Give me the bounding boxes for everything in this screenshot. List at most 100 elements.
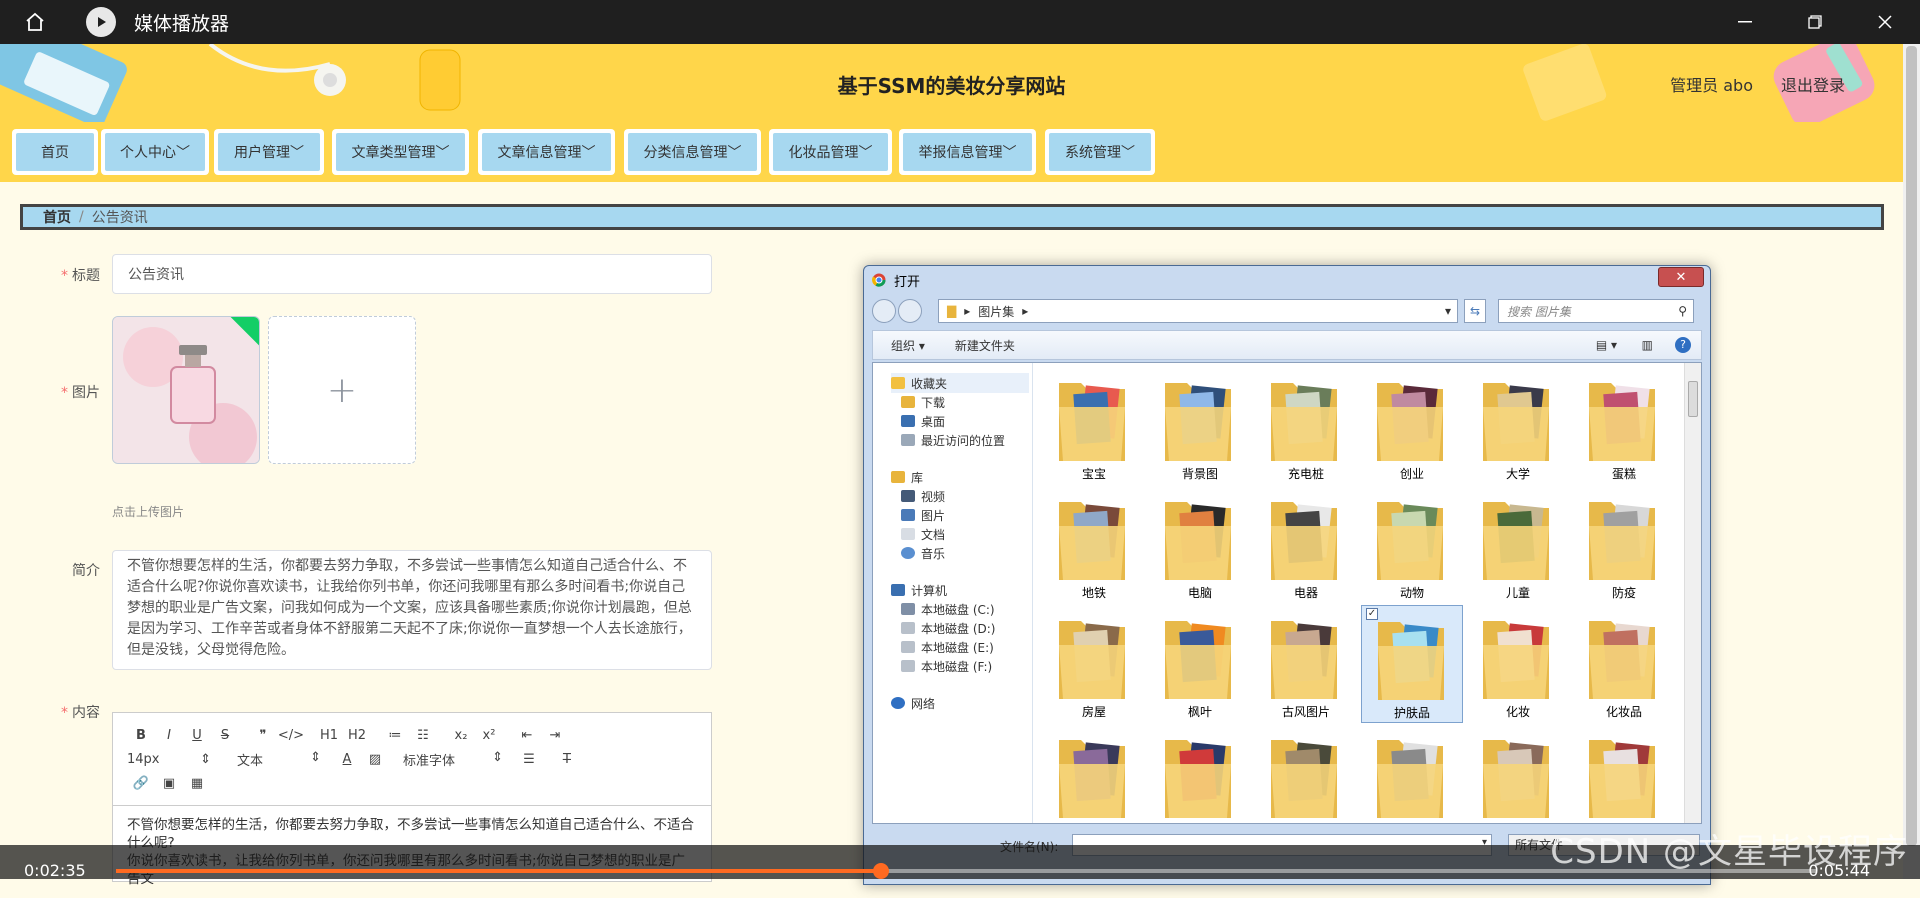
tree-desktop[interactable]: 桌面 [901,411,945,431]
title-input[interactable]: 公告资讯 [112,254,712,294]
font-size-select[interactable]: 14px ⇕ [127,752,211,767]
folder-item[interactable]: 防疫 [1573,486,1675,604]
admin-user-label[interactable]: 管理员 abo [1670,72,1753,96]
folder-item[interactable]: 电脑 [1149,486,1251,604]
tree-drive-d[interactable]: 本地磁盘 (D:) [901,618,995,638]
folder-item[interactable]: 房屋 [1043,605,1145,723]
progress-handle[interactable] [873,863,889,879]
dialog-scrollbar[interactable] [1684,363,1701,823]
folder-item[interactable]: ✓ 护肤品 [1361,605,1463,723]
home-icon[interactable] [0,0,70,44]
font-family-select[interactable]: 标准字体 ⇕ [403,750,503,769]
folder-item[interactable]: 动物 [1361,486,1463,604]
tree-library[interactable]: 库 [891,467,923,487]
checkbox-icon[interactable]: ✓ [1366,608,1378,620]
path-segment[interactable]: 图片集 [978,303,1014,320]
italic-button[interactable]: I [155,728,183,743]
summary-textarea[interactable]: 不管你想要怎样的生活，你都要去努力争取，不多尝试一些事情怎么知道自己适合什么、不… [112,550,712,670]
preview-pane-icon[interactable]: ▥ [1642,338,1653,352]
scrollbar-thumb[interactable] [1688,381,1698,417]
folder-item[interactable]: 古风图片 [1255,605,1357,723]
back-button[interactable] [872,299,896,323]
bullet-list-button[interactable]: ☷ [409,728,437,743]
nav-article-info-management[interactable]: 文章信息管理 ﹀ [478,129,615,175]
refresh-icon[interactable]: ⇆ [1464,299,1486,323]
code-block-button[interactable]: </> [277,728,305,743]
folder-item[interactable]: 创业 [1361,367,1463,485]
header-2-button[interactable]: H2 [343,728,371,743]
folder-item[interactable]: 儿童 [1467,486,1569,604]
minimize-button[interactable] [1710,0,1780,44]
page-scrollbar[interactable] [1903,44,1920,879]
align-icon[interactable]: ☰ [515,752,543,767]
folder-item[interactable]: 蛋糕 [1573,367,1675,485]
subscript-button[interactable]: x₂ [447,728,475,743]
help-icon[interactable]: ? [1675,337,1691,353]
tree-documents[interactable]: 文档 [901,524,945,544]
tree-computer[interactable]: 计算机 [891,580,947,600]
background-color-icon[interactable]: ▨ [361,752,389,767]
restore-button[interactable] [1780,0,1850,44]
strike-button[interactable]: S [211,728,239,743]
folder-item[interactable] [1149,724,1251,842]
superscript-button[interactable]: x² [475,728,503,743]
folder-item[interactable] [1043,724,1145,842]
view-menu-icon[interactable]: ▤ ▾ [1596,338,1617,352]
image-upload-button[interactable]: + [268,316,416,464]
tree-downloads[interactable]: 下载 [901,392,945,412]
ordered-list-button[interactable]: ≔ [381,728,409,743]
tree-drive-e[interactable]: 本地磁盘 (E:) [901,637,994,657]
folder-item[interactable]: 充电桩 [1255,367,1357,485]
tree-recent-places[interactable]: 最近访问的位置 [901,430,1005,450]
tree-network[interactable]: 网络 [891,693,935,713]
outdent-button[interactable]: ⇤ [513,728,541,743]
nav-article-type-management[interactable]: 文章类型管理 ﹀ [332,129,469,175]
tree-favorites[interactable]: 收藏夹 [891,373,1029,393]
nav-home[interactable]: 首页 [12,129,98,175]
organize-button[interactable]: 组织 ▾ [891,337,925,354]
forward-button[interactable] [898,299,922,323]
uploaded-image-thumbnail[interactable] [112,316,260,464]
dialog-close-button[interactable]: ✕ [1658,267,1704,287]
folder-item[interactable]: 化妆 [1467,605,1569,723]
nav-personal-center[interactable]: 个人中心 ﹀ [101,129,209,175]
underline-button[interactable]: U [183,728,211,743]
bold-button[interactable]: B [127,728,155,743]
folder-item[interactable]: 背景图 [1149,367,1251,485]
close-button[interactable] [1850,0,1920,44]
search-input[interactable]: 搜索 图片集 ⚲ [1498,299,1694,323]
tree-drive-c[interactable]: 本地磁盘 (C:) [901,599,995,619]
tree-drive-f[interactable]: 本地磁盘 (F:) [901,656,992,676]
folder-item[interactable]: 大学 [1467,367,1569,485]
nav-category-management[interactable]: 分类信息管理 ﹀ [624,129,761,175]
clear-format-icon[interactable]: T̶ [553,752,581,767]
folder-item[interactable]: 化妆品 [1573,605,1675,723]
nav-user-management[interactable]: 用户管理 ﹀ [214,129,324,175]
page-scrollbar-thumb[interactable] [1906,46,1917,846]
folder-item[interactable]: 电器 [1255,486,1357,604]
header-1-button[interactable]: H1 [315,728,343,743]
nav-cosmetics-management[interactable]: 化妆品管理 ﹀ [769,129,892,175]
tree-videos[interactable]: 视频 [901,486,945,506]
image-icon[interactable]: ▣ [155,776,183,791]
tree-music[interactable]: 音乐 [901,543,945,563]
indent-button[interactable]: ⇥ [541,728,569,743]
tree-pictures[interactable]: 图片 [901,505,945,525]
font-color-icon[interactable]: A [333,752,361,767]
blockquote-button[interactable]: ❞ [249,728,277,743]
breadcrumb-home[interactable]: 首页 [43,207,71,227]
nav-system-management[interactable]: 系统管理 ﹀ [1045,129,1155,175]
address-path[interactable]: ▇ ▸ 图片集 ▸ ▾ [938,299,1458,323]
nav-report-management[interactable]: 举报信息管理 ﹀ [899,129,1036,175]
link-icon[interactable]: 🔗 [127,776,155,791]
new-folder-button[interactable]: 新建文件夹 [955,337,1015,354]
folder-item[interactable]: 枫叶 [1149,605,1251,723]
folder-item[interactable]: 宝宝 [1043,367,1145,485]
logout-link[interactable]: 退出登录 [1781,72,1845,96]
dropdown-arrow-icon[interactable]: ▾ [1445,304,1451,318]
folder-item[interactable] [1255,724,1357,842]
paragraph-select[interactable]: 文本 ⇕ [237,750,321,769]
folder-item[interactable]: 地铁 [1043,486,1145,604]
video-icon[interactable]: ▦ [183,776,211,791]
folder-item[interactable] [1361,724,1463,842]
